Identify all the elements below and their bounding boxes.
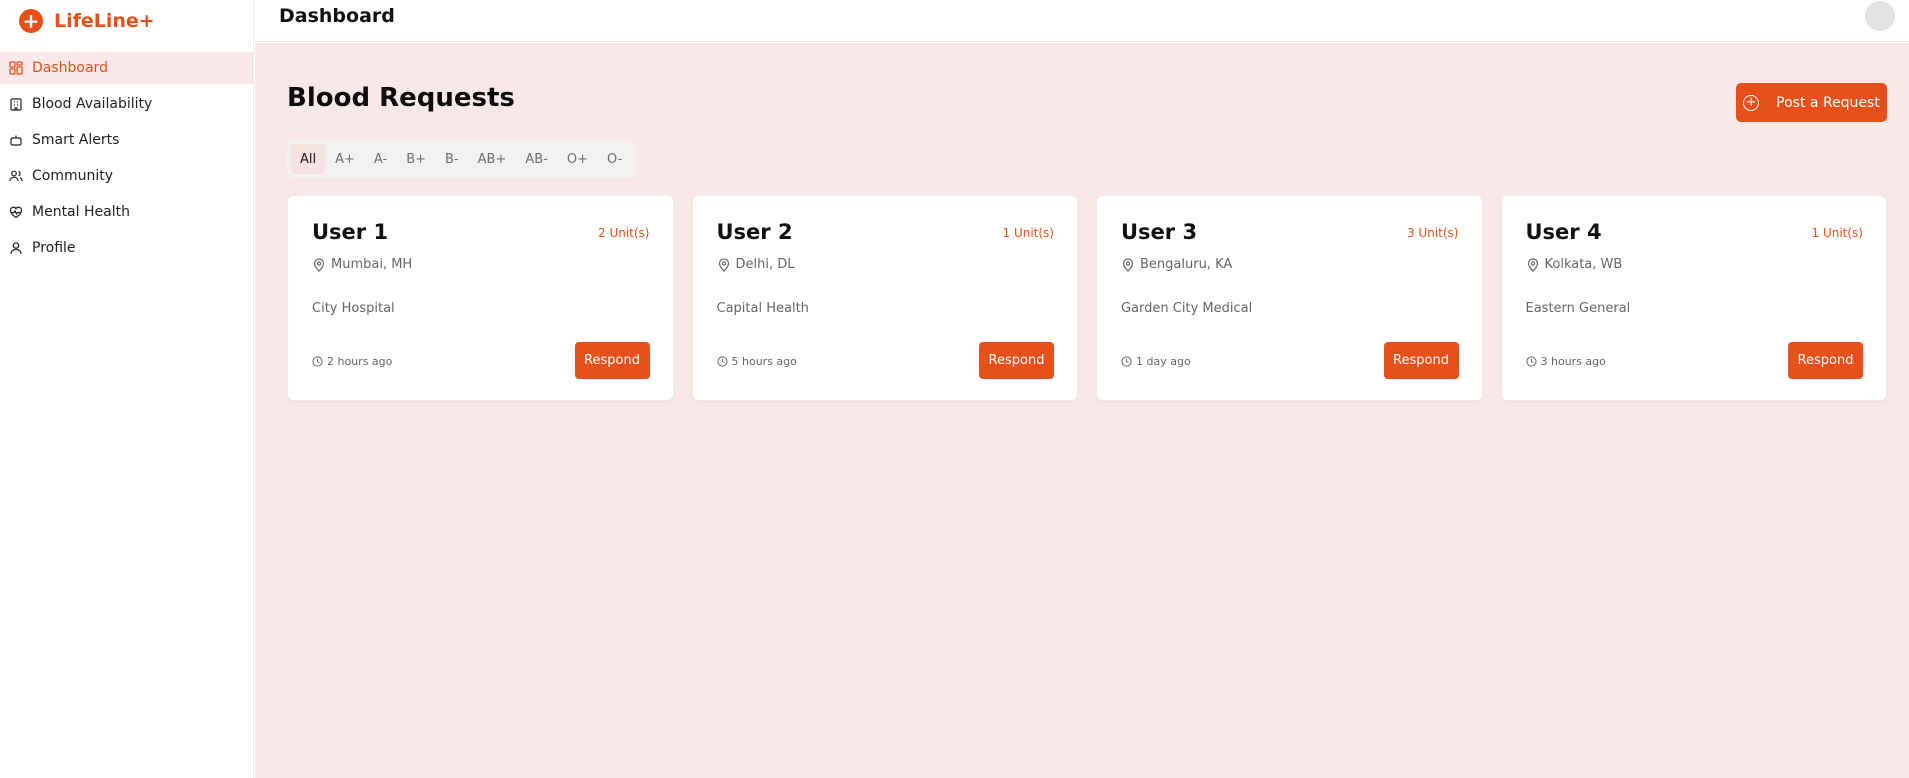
units-badge: 1 Unit(s) <box>1811 226 1864 240</box>
main-content: Blood Requests + Post a Request All A+ A… <box>255 43 1909 778</box>
requester-name: User 1 <box>312 220 389 244</box>
posted-time-text: 2 hours ago <box>327 355 393 368</box>
map-pin-icon <box>312 257 326 272</box>
filter-chip-a-positive[interactable]: A+ <box>326 144 364 174</box>
hospital-name: Eastern General <box>1525 301 1631 316</box>
sidebar-nav: Dashboard Blood Availability Smart Alert… <box>0 52 253 264</box>
posted-time-text: 3 hours ago <box>1540 355 1606 368</box>
hospital-name: Capital Health <box>716 301 809 316</box>
plus-circle-icon: + <box>1743 94 1760 111</box>
heart-pulse-icon <box>9 205 23 219</box>
building-icon <box>9 97 23 111</box>
users-icon <box>9 169 23 183</box>
respond-button[interactable]: Respond <box>1383 342 1459 379</box>
units-badge: 3 Unit(s) <box>1407 226 1459 240</box>
filter-chip-b-negative[interactable]: B- <box>436 144 468 174</box>
filter-chip-ab-negative[interactable]: AB- <box>516 144 557 174</box>
clock-icon <box>312 356 323 367</box>
request-card: User 2 1 Unit(s) Delhi, DL Capital Healt… <box>691 195 1078 401</box>
map-pin-icon <box>717 257 731 272</box>
request-cards: User 1 2 Unit(s) Mumbai, MH City Hospita… <box>287 195 1887 401</box>
location: Mumbai, MH <box>312 257 412 272</box>
filter-chip-o-positive[interactable]: O+ <box>558 144 597 174</box>
clock-icon <box>716 356 728 367</box>
location-text: Mumbai, MH <box>331 257 413 272</box>
location-text: Kolkata, WB <box>1544 257 1623 272</box>
grid-icon <box>9 61 23 75</box>
filter-chip-b-positive[interactable]: B+ <box>397 144 435 174</box>
respond-button[interactable]: Respond <box>979 342 1054 379</box>
sidebar-item-label: Mental Health <box>32 204 130 220</box>
clock-icon <box>1121 356 1132 367</box>
blood-type-filter-bar: All A+ A- B+ B- AB+ AB- O+ O- <box>287 140 637 178</box>
post-request-button[interactable]: + Post a Request <box>1736 83 1887 122</box>
requester-name: User 3 <box>1121 220 1198 244</box>
brand[interactable]: + LifeLine+ <box>0 0 253 42</box>
page-title: Blood Requests <box>287 83 515 113</box>
sidebar-item-label: Blood Availability <box>32 96 153 112</box>
page-header-title: Dashboard <box>279 5 395 27</box>
sidebar-item-profile[interactable]: Profile <box>0 232 253 264</box>
sidebar-item-mental-health[interactable]: Mental Health <box>0 196 253 228</box>
sidebar-item-label: Community <box>32 168 114 184</box>
top-bar: Dashboard <box>255 0 1909 42</box>
posted-time: 2 hours ago <box>312 355 392 368</box>
location: Bengaluru, KA <box>1121 257 1232 272</box>
requester-name: User 2 <box>716 220 793 244</box>
lifeline-logo-icon: + <box>19 9 43 33</box>
posted-time: 3 hours ago <box>1525 355 1606 368</box>
posted-time: 5 hours ago <box>716 355 797 368</box>
location-text: Bengaluru, KA <box>1140 257 1233 272</box>
filter-chip-ab-positive[interactable]: AB+ <box>469 144 516 174</box>
units-badge: 2 Unit(s) <box>598 226 650 240</box>
posted-time-text: 5 hours ago <box>731 355 797 368</box>
location: Delhi, DL <box>717 257 795 272</box>
clock-icon <box>1525 356 1537 367</box>
sidebar-item-dashboard[interactable]: Dashboard <box>0 52 253 84</box>
user-icon <box>9 241 23 255</box>
sidebar-item-label: Profile <box>32 240 76 256</box>
posted-time-text: 1 day ago <box>1136 355 1191 368</box>
units-badge: 1 Unit(s) <box>1002 226 1055 240</box>
request-card: User 1 2 Unit(s) Mumbai, MH City Hospita… <box>287 195 674 401</box>
sidebar-item-label: Smart Alerts <box>32 132 120 148</box>
hospital-name: City Hospital <box>312 301 395 316</box>
request-card: User 4 1 Unit(s) Kolkata, WB Eastern Gen… <box>1500 195 1887 401</box>
hospital-name: Garden City Medical <box>1121 301 1253 316</box>
respond-button[interactable]: Respond <box>574 342 650 379</box>
requester-name: User 4 <box>1525 220 1602 244</box>
filter-chip-a-negative[interactable]: A- <box>365 144 396 174</box>
posted-time: 1 day ago <box>1121 355 1191 368</box>
map-pin-icon <box>1526 257 1540 272</box>
filter-chip-all[interactable]: All <box>291 144 326 174</box>
sidebar-item-label: Dashboard <box>32 60 108 76</box>
respond-button[interactable]: Respond <box>1788 342 1863 379</box>
location: Kolkata, WB <box>1526 257 1623 272</box>
post-request-label: Post a Request <box>1776 94 1880 111</box>
map-pin-icon <box>1121 257 1135 272</box>
sidebar-item-smart-alerts[interactable]: Smart Alerts <box>0 124 253 156</box>
sidebar: + LifeLine+ Dashboard Blood Availability… <box>0 0 254 778</box>
request-card: User 3 3 Unit(s) Bengaluru, KA Garden Ci… <box>1096 195 1483 401</box>
sidebar-item-community[interactable]: Community <box>0 160 253 192</box>
filter-chip-o-negative[interactable]: O- <box>598 144 631 174</box>
robot-icon <box>9 133 23 147</box>
sidebar-item-blood-availability[interactable]: Blood Availability <box>0 88 253 120</box>
avatar[interactable] <box>1865 1 1895 31</box>
location-text: Delhi, DL <box>735 257 795 272</box>
app-name: LifeLine+ <box>54 10 155 32</box>
